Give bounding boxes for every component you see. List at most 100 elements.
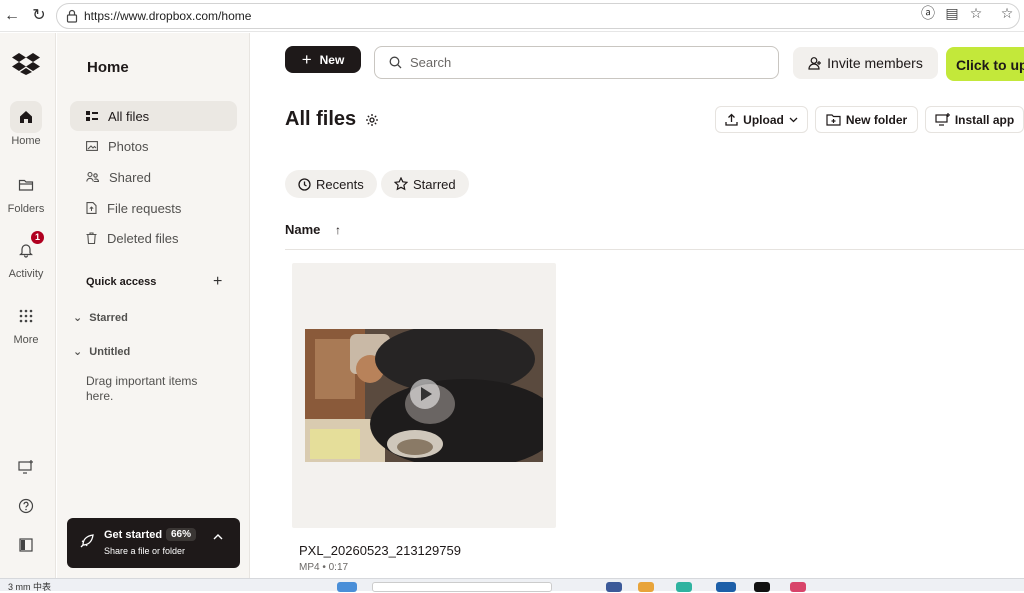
shared-people-icon [86,171,99,183]
rail-label: Activity [8,268,44,280]
install-desktop-button[interactable] [0,451,52,483]
lock-icon [66,9,78,23]
play-icon [410,379,440,409]
get-started-subtitle: Share a file or folder [104,546,186,556]
back-arrow-icon[interactable]: ← [2,6,22,26]
nav-item-shared[interactable]: Shared [70,162,237,192]
install-app-label: Install app [954,112,1015,127]
favorite-star-icon[interactable]: ☆ [966,4,986,22]
desktop-plus-icon [10,451,42,483]
nav-item-deleted-files[interactable]: Deleted files [70,223,237,253]
panel-title: Home [87,59,129,76]
file-request-icon [86,202,97,214]
address-bar[interactable]: https://www.dropbox.com/home [56,3,1020,29]
gear-icon[interactable] [365,113,379,127]
all-files-icon [86,111,98,121]
upgrade-button[interactable]: Click to up [946,47,1024,81]
photo-icon [86,141,98,151]
browser-toolbar: ← ↻ https://www.dropbox.com/home ⓐ ▤ ☆ ☆ [0,0,1024,32]
rail-item-activity[interactable]: 1 Activity [0,231,52,280]
nav-item-file-requests[interactable]: File requests [70,193,237,223]
rail-label: Home [11,135,41,147]
search-icon [389,56,402,69]
starred-chip[interactable]: Starred [381,170,469,198]
sidebar-toggle-icon [10,529,42,561]
left-rail: Home Folders 1 Activity More [0,33,56,578]
quick-access-add-button[interactable]: + [213,273,222,291]
home-icon [10,101,42,133]
nav-item-label: Shared [109,169,151,185]
rail-label: Folders [7,203,45,215]
search-input[interactable]: Search [374,46,779,79]
help-button[interactable] [0,490,52,522]
quick-access-untitled-toggle[interactable]: ⌄ Untitled [73,345,130,358]
folder-icon [10,169,42,201]
nav-item-label: Photos [108,138,149,154]
new-folder-icon [826,114,841,126]
favorites-list-icon[interactable]: ☆ [997,4,1017,22]
file-meta: MP4 • 0:17 [299,562,349,573]
main-content: + New Search Invite members Click to up … [251,33,1024,578]
chevron-down-icon [789,117,798,122]
install-app-button[interactable]: Install app [925,106,1024,133]
upload-label: Upload [743,112,784,127]
file-name[interactable]: PXL_20260523_213129759 [299,543,461,558]
upload-button[interactable]: Upload [715,106,808,133]
column-header-name[interactable]: Name [285,222,320,237]
plus-icon: + [301,49,312,69]
dropbox-logo-icon[interactable] [12,51,40,75]
upload-icon [725,113,738,126]
page-title: All files [285,108,357,130]
starred-label: Starred [413,176,456,192]
recents-label: Recents [316,176,364,192]
invite-members-button[interactable]: Invite members [793,47,938,79]
invite-members-label: Invite members [827,55,923,71]
new-button-label: New [319,52,345,67]
file-tile[interactable] [292,263,556,528]
rail-item-home[interactable]: Home [0,101,52,147]
quick-access-heading: Quick access [86,276,157,288]
navigation-panel: Home All files Photos Shared File reques… [57,33,250,578]
quick-access-untitled-label: Untitled [89,346,131,358]
nav-item-all-files[interactable]: All files [70,101,237,131]
quick-access-empty-note: Drag important items here. [86,374,198,403]
chevron-down-icon: ⌄ [73,346,83,358]
url-text: https://www.dropbox.com/home [84,9,252,23]
chevron-down-icon: ⌄ [73,312,83,324]
sort-arrow-icon[interactable]: ↑ [335,223,341,237]
get-started-title: Get started [104,529,163,541]
rail-item-folders[interactable]: Folders [0,169,52,215]
nav-item-label: Deleted files [107,230,179,246]
quick-access-starred-label: Starred [89,312,128,324]
quick-access-starred-toggle[interactable]: ⌄ Starred [73,311,128,324]
taskbar-weather-text: 3 mm 中表 [8,582,52,592]
translate-icon[interactable]: ⓐ [918,4,938,22]
notification-badge: 1 [31,231,44,244]
toggle-panel-button[interactable] [0,529,52,561]
nav-item-label: File requests [107,200,182,216]
reader-mode-icon[interactable]: ▤ [942,4,962,22]
new-button[interactable]: + New [285,46,361,73]
nav-item-photos[interactable]: Photos [70,131,237,161]
new-folder-label: New folder [845,112,908,127]
header-divider [285,249,1024,250]
desktop-plus-icon [935,113,950,126]
rail-label: More [13,334,39,346]
apps-grid-icon [10,300,42,332]
trash-icon [86,232,97,244]
help-icon [10,490,42,522]
os-taskbar: 3 mm 中表 [0,578,1024,592]
star-icon [394,177,408,191]
rail-item-more[interactable]: More [0,300,52,346]
nav-item-label: All files [108,108,150,124]
chevron-up-icon[interactable] [213,533,223,541]
new-folder-button[interactable]: New folder [815,106,918,133]
recents-chip[interactable]: Recents [285,170,377,198]
add-person-icon [808,57,822,70]
clock-icon [298,177,311,191]
progress-badge: 66% [166,528,197,541]
get-started-card[interactable]: Get started 66% Share a file or folder [67,518,240,568]
reload-icon[interactable]: ↻ [29,6,49,26]
rocket-icon [80,534,94,548]
search-placeholder: Search [410,55,452,70]
